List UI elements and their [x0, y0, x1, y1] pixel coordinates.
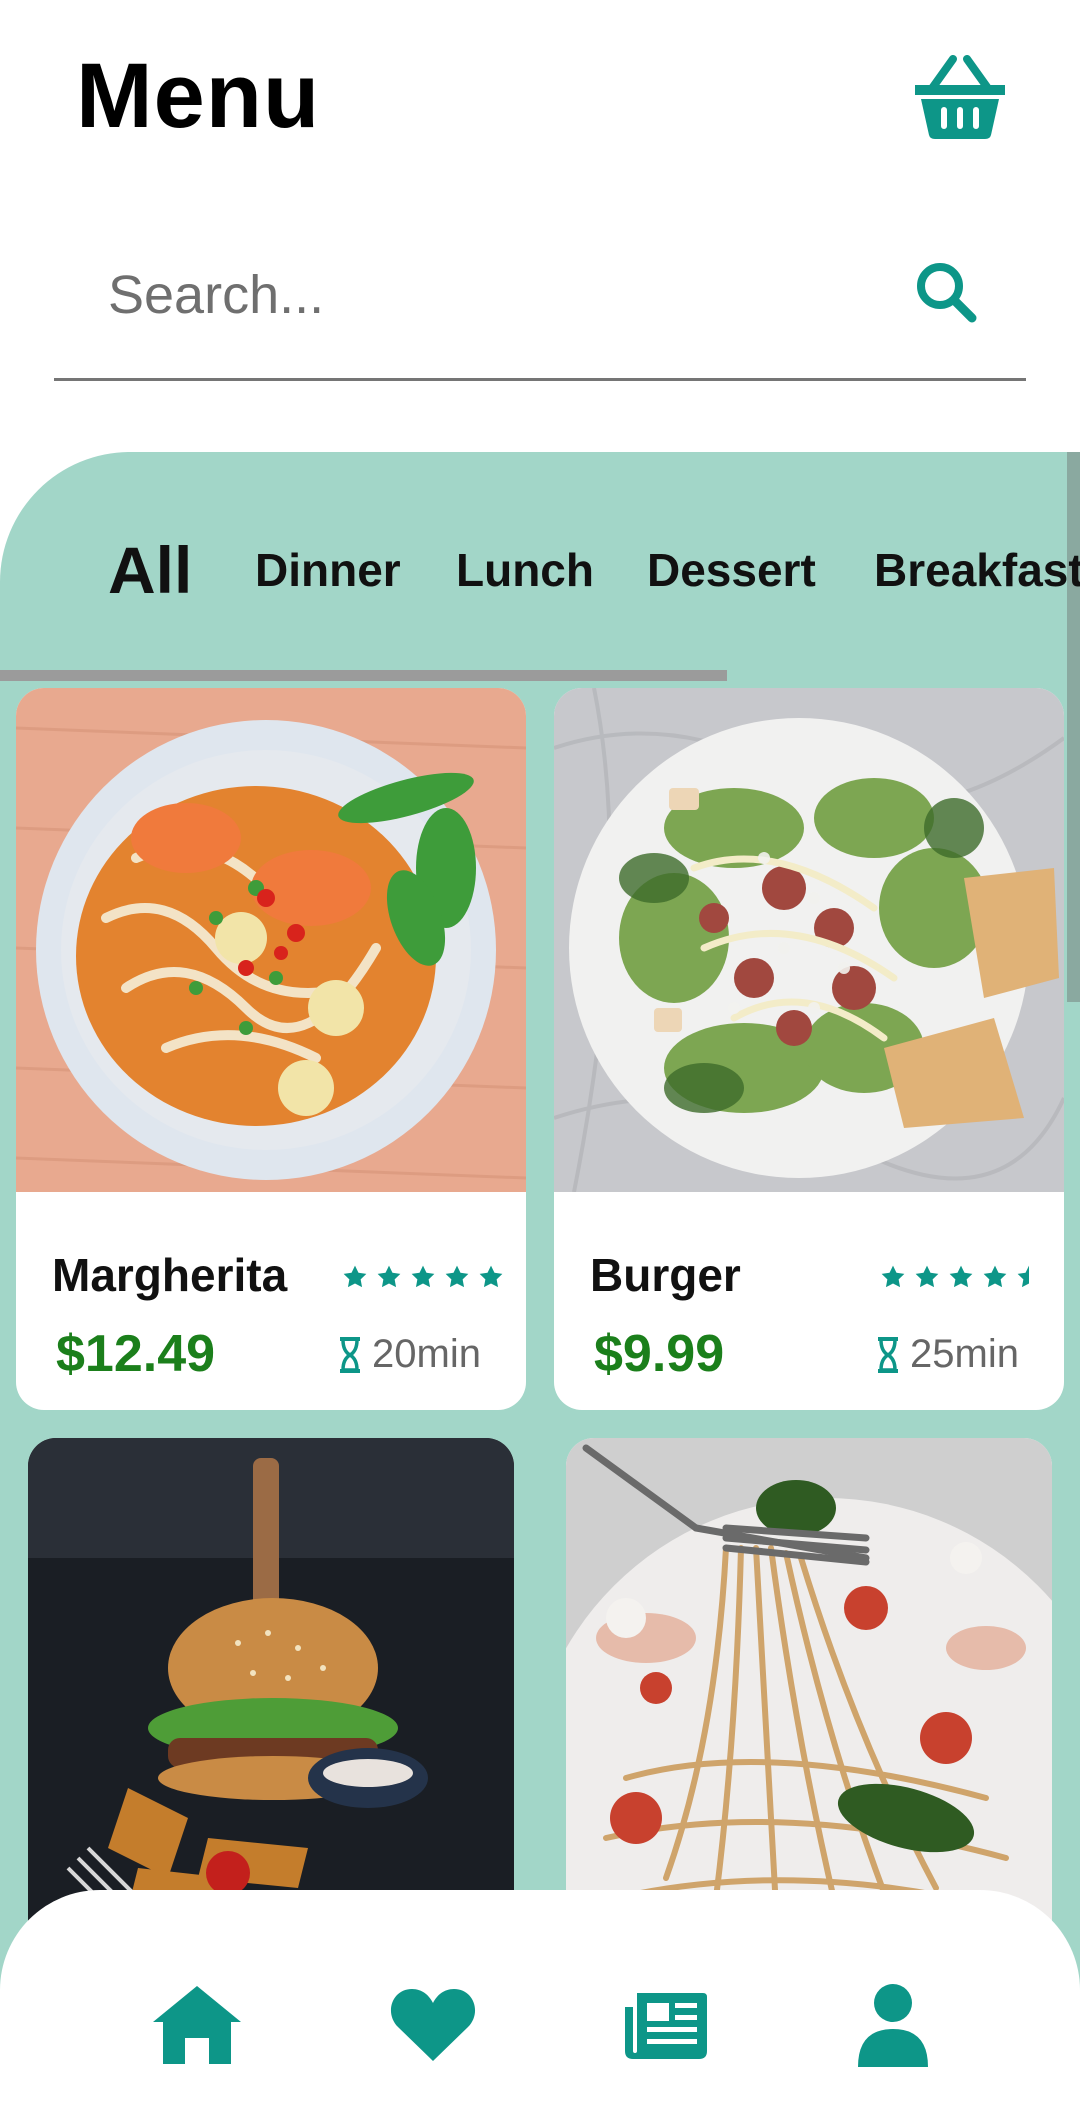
heart-icon [390, 1989, 476, 2061]
prep-time-label: 25min [910, 1332, 1019, 1376]
basket-icon[interactable] [913, 55, 1007, 139]
user-icon [858, 1984, 928, 2067]
nav-favorites[interactable] [378, 1970, 488, 2080]
hourglass-icon [340, 1336, 360, 1373]
nav-profile[interactable] [838, 1970, 948, 2080]
prep-time: 20min [338, 1332, 481, 1377]
star-icon [411, 1265, 435, 1288]
newspaper-icon [625, 1993, 707, 2059]
food-card[interactable]: Burger $9.99 25min [554, 688, 1064, 1410]
noodle-soup-image [16, 688, 526, 1192]
star-icon [983, 1265, 1007, 1288]
nav-news[interactable] [610, 1970, 720, 2080]
category-tabs: All Dinner Lunch Dessert Breakfast [0, 520, 1080, 620]
tab-dessert[interactable]: Dessert [647, 520, 816, 620]
bottom-navigation [0, 1890, 1080, 2117]
item-price: $9.99 [594, 1325, 725, 1383]
star-icon [915, 1265, 939, 1288]
tab-breakfast[interactable]: Breakfast [874, 520, 1080, 620]
star-icon [949, 1265, 973, 1288]
food-card[interactable]: Margherita $12.49 20min [16, 688, 526, 1410]
search-bar [54, 230, 1026, 382]
star-half-icon [1017, 1265, 1029, 1288]
tab-lunch[interactable]: Lunch [456, 520, 594, 620]
star-icon [377, 1265, 401, 1288]
header: Menu [0, 0, 1080, 200]
prep-time: 25min [876, 1332, 1019, 1377]
page-title: Menu [76, 45, 321, 147]
star-icon [881, 1265, 905, 1288]
star-icon [343, 1265, 367, 1288]
search-input[interactable] [108, 250, 888, 340]
home-icon [153, 1986, 241, 2064]
rating-stars [880, 1264, 1042, 1290]
star-icon [479, 1265, 503, 1288]
rating-stars [342, 1264, 504, 1290]
search-underline [54, 378, 1026, 381]
star-icon [445, 1265, 469, 1288]
item-price: $12.49 [56, 1325, 216, 1383]
tabs-scroll-indicator [0, 670, 727, 681]
tab-dinner[interactable]: Dinner [255, 520, 401, 620]
item-name: Burger [590, 1249, 741, 1301]
item-name: Margherita [52, 1249, 288, 1301]
prep-time-label: 20min [372, 1332, 481, 1376]
nav-home[interactable] [142, 1970, 252, 2080]
search-icon[interactable] [912, 258, 982, 328]
hourglass-icon [878, 1336, 898, 1373]
caesar-salad-image [554, 688, 1064, 1192]
tab-all[interactable]: All [108, 520, 192, 620]
